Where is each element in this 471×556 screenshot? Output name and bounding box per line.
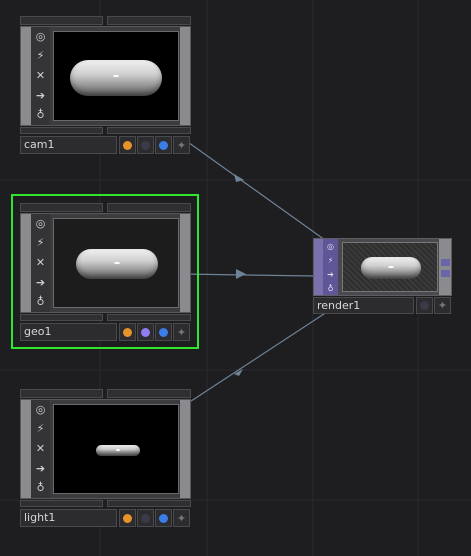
node-body[interactable]: ◎ ⚡ ✕ ➔ ♁ [20, 213, 191, 313]
pickable-button[interactable]: ✦ [173, 323, 190, 341]
viewer-active-icon[interactable]: ◎ [327, 242, 334, 251]
node-tab[interactable] [20, 389, 103, 398]
node-side-icons: ◎ ⚡ ✕ ➔ ♁ [31, 214, 50, 312]
node-body[interactable]: ◎ ⚡ ✕ ➔ ♁ [20, 399, 191, 499]
node-body[interactable]: ◎ ⚡ ➔ ♁ [313, 238, 452, 296]
export-icon[interactable]: ➔ [327, 270, 334, 279]
cook-flag-button[interactable] [119, 136, 136, 154]
node-name[interactable]: cam1 [20, 136, 117, 154]
viewer-active-icon[interactable]: ◎ [36, 30, 46, 43]
wire-arrow-icon [236, 269, 246, 279]
output-strip[interactable] [180, 27, 190, 125]
node-side-icons: ◎ ⚡ ➔ ♁ [323, 239, 338, 295]
export-icon[interactable]: ➔ [36, 462, 45, 475]
clone-icon[interactable]: ♁ [36, 109, 44, 121]
render-flag-button[interactable] [137, 136, 154, 154]
clone-icon[interactable]: ♁ [328, 284, 334, 293]
bypass-icon[interactable]: ⚡ [328, 256, 334, 265]
cook-flag-icon [123, 513, 132, 523]
node-side-icons: ◎ ⚡ ✕ ➔ ♁ [31, 400, 50, 498]
pickable-star-icon: ✦ [176, 511, 187, 525]
bypass-icon[interactable]: ⚡ [37, 423, 45, 435]
output-strip[interactable] [180, 214, 190, 312]
cook-flag-button[interactable] [119, 509, 136, 527]
capsule-preview [96, 445, 140, 456]
pickable-button[interactable]: ✦ [173, 509, 190, 527]
node-geo1[interactable]: ◎ ⚡ ✕ ➔ ♁ geo1 ✦ [20, 203, 191, 363]
input-strip[interactable] [21, 214, 31, 312]
clone-icon[interactable]: ♁ [36, 296, 44, 308]
display-flag-button[interactable] [416, 297, 433, 314]
wire-light1-render1[interactable] [181, 309, 331, 408]
display-flag-button[interactable] [155, 509, 172, 527]
input-strip[interactable] [21, 27, 31, 125]
pickable-star-icon: ✦ [176, 325, 187, 339]
clone-icon[interactable]: ♁ [36, 482, 44, 494]
capsule-preview [70, 60, 162, 96]
node-viewer[interactable] [53, 404, 179, 494]
node-side-icons: ◎ ⚡ ✕ ➔ ♁ [31, 27, 50, 125]
cook-flag-button[interactable] [119, 323, 136, 341]
wire-arrow-icon [234, 369, 243, 376]
node-tab[interactable] [107, 389, 191, 398]
export-icon[interactable]: ➔ [36, 276, 45, 289]
display-flag-icon [159, 513, 168, 523]
node-viewer[interactable] [342, 242, 438, 292]
display-flag-icon [420, 301, 429, 310]
render-flag-icon [141, 513, 150, 523]
node-tab[interactable] [107, 16, 191, 25]
pickable-star-icon: ✦ [176, 138, 187, 152]
output-strip[interactable] [180, 400, 190, 498]
viewer-active-icon[interactable]: ◎ [36, 217, 46, 230]
node-viewer[interactable] [53, 31, 179, 121]
output-strip[interactable] [439, 239, 451, 295]
input-strip[interactable] [314, 239, 323, 295]
output-port[interactable] [441, 270, 450, 277]
node-tab[interactable] [20, 16, 103, 25]
node-name[interactable]: render1 [313, 297, 414, 314]
bypass-icon[interactable]: ⚡ [37, 50, 45, 62]
lock-icon[interactable]: ✕ [36, 256, 45, 269]
display-flag-icon [159, 327, 168, 337]
pickable-button[interactable]: ✦ [434, 297, 451, 314]
cook-flag-icon [123, 327, 132, 337]
node-render1[interactable]: ◎ ⚡ ➔ ♁ render1 ✦ [313, 238, 452, 314]
display-flag-button[interactable] [155, 323, 172, 341]
cook-flag-icon [123, 140, 132, 150]
node-tab[interactable] [107, 203, 191, 212]
node-light1[interactable]: ◎ ⚡ ✕ ➔ ♁ light1 ✦ [20, 389, 191, 549]
viewer-active-icon[interactable]: ◎ [36, 403, 46, 416]
render-flag-icon [141, 140, 150, 150]
output-port[interactable] [441, 259, 450, 266]
lock-icon[interactable]: ✕ [36, 442, 45, 455]
node-body[interactable]: ◎ ⚡ ✕ ➔ ♁ [20, 26, 191, 126]
wire-arrow-icon [234, 174, 244, 182]
bypass-icon[interactable]: ⚡ [37, 237, 45, 249]
render-flag-button[interactable] [137, 509, 154, 527]
wire-cam1-render1[interactable] [184, 139, 326, 241]
export-icon[interactable]: ➔ [36, 89, 45, 102]
display-flag-icon [159, 140, 168, 150]
lock-icon[interactable]: ✕ [36, 69, 45, 82]
pickable-star-icon: ✦ [437, 299, 448, 312]
node-cam1[interactable]: ◎ ⚡ ✕ ➔ ♁ cam1 ✦ [20, 16, 191, 176]
wire-geo1-render1[interactable] [179, 273, 316, 277]
node-viewer[interactable] [53, 218, 179, 308]
pickable-button[interactable]: ✦ [173, 136, 190, 154]
capsule-preview [361, 257, 421, 279]
node-tab[interactable] [20, 203, 103, 212]
node-name[interactable]: geo1 [20, 323, 117, 341]
render-flag-button[interactable] [137, 323, 154, 341]
input-strip[interactable] [21, 400, 31, 498]
display-flag-button[interactable] [155, 136, 172, 154]
render-flag-icon [141, 327, 150, 337]
capsule-preview [76, 249, 158, 279]
node-name[interactable]: light1 [20, 509, 117, 527]
